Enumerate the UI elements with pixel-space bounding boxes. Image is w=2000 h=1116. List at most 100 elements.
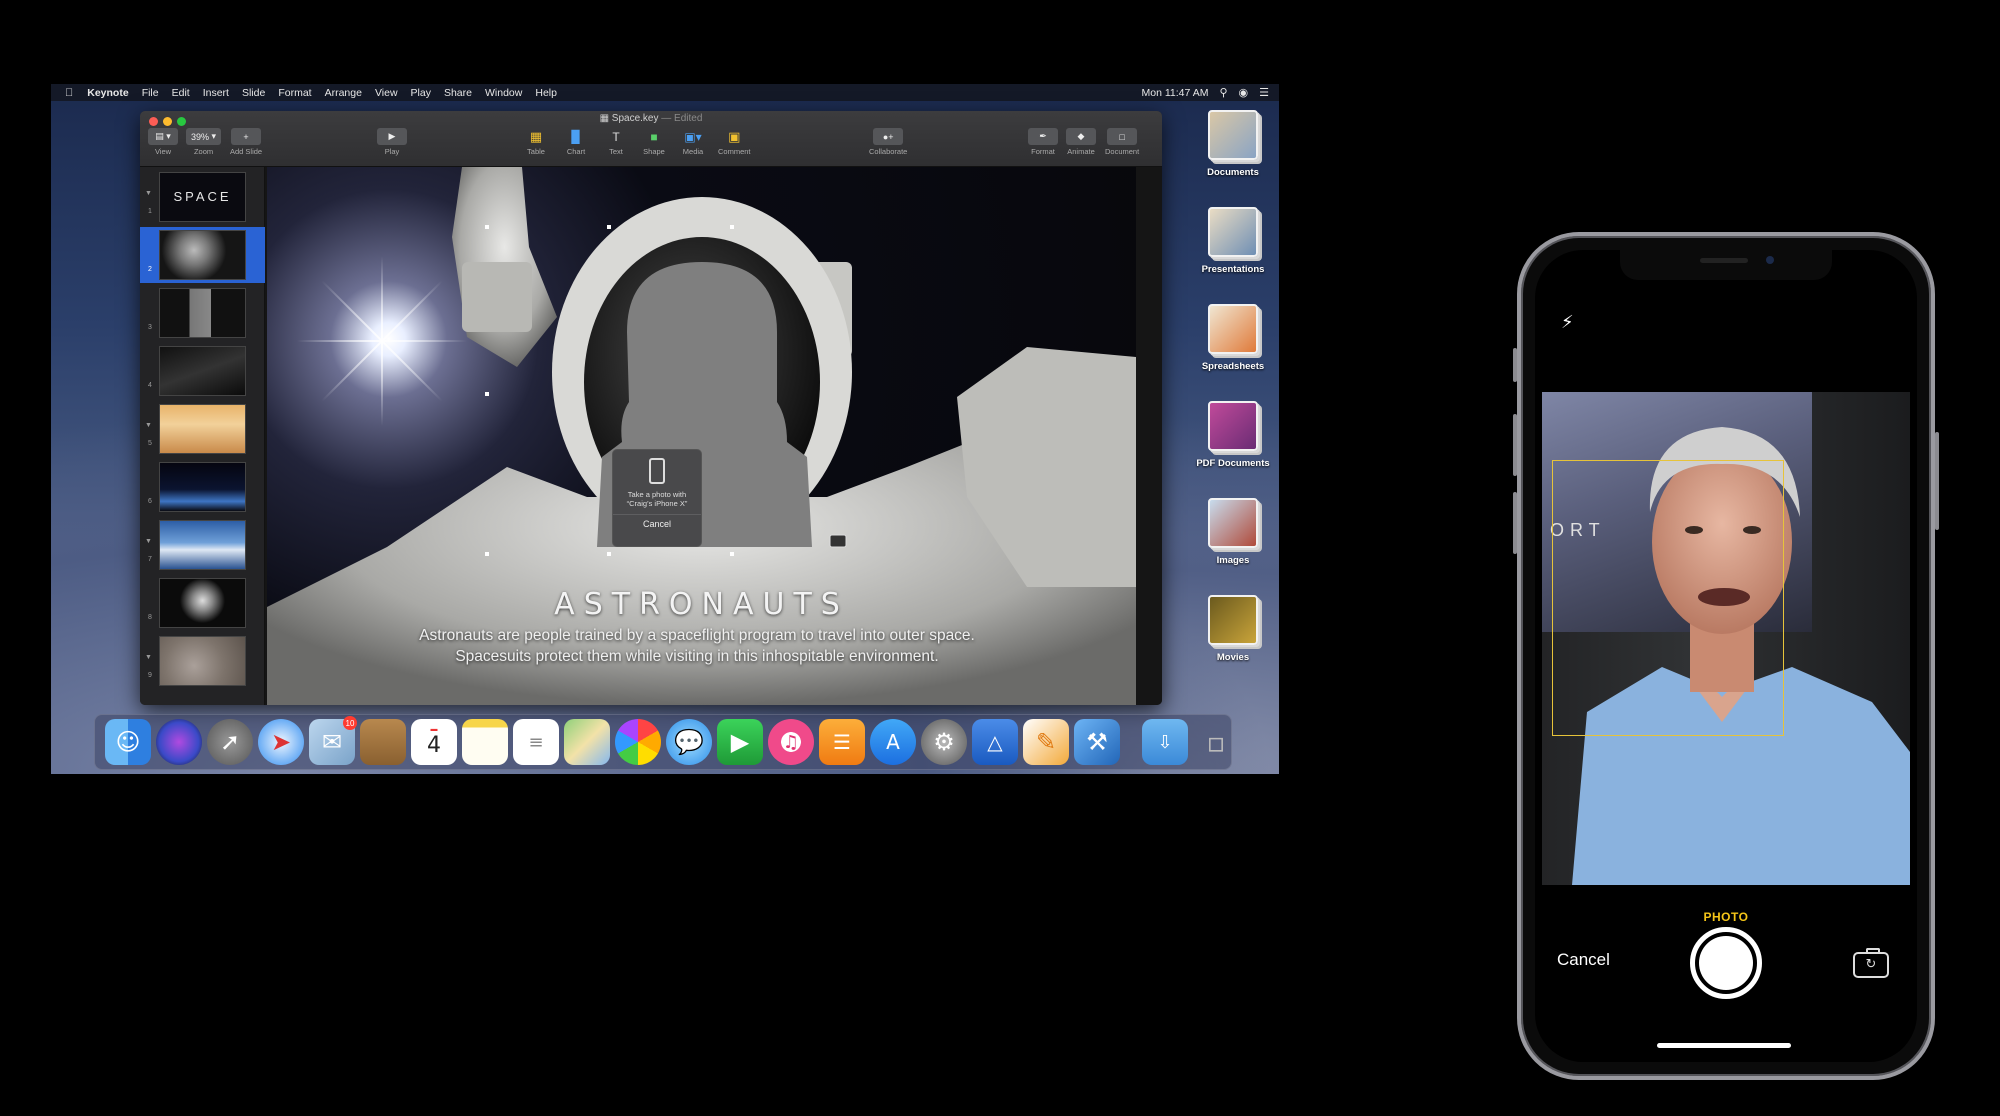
slide-thumbnail-selected[interactable]: 2 bbox=[140, 227, 265, 283]
front-camera bbox=[1766, 256, 1774, 264]
stack-presentations[interactable]: Presentations bbox=[1188, 207, 1278, 275]
stack-images[interactable]: Images bbox=[1188, 498, 1278, 566]
keynote-icon[interactable]: △ bbox=[972, 719, 1018, 765]
disclosure-triangle-icon[interactable]: ▼ bbox=[145, 422, 152, 429]
slide-body-text[interactable]: Astronauts are people trained by a space… bbox=[367, 625, 1027, 667]
menu-help[interactable]: Help bbox=[535, 87, 557, 99]
safari-icon[interactable]: ➤ bbox=[258, 719, 304, 765]
slide-title[interactable]: ASTRONAUTS bbox=[267, 587, 1136, 622]
photos-icon[interactable] bbox=[615, 719, 661, 765]
zoom-popup[interactable]: 39% ▾ Zoom bbox=[186, 128, 222, 156]
view-button[interactable]: ▤ ▾ View bbox=[148, 128, 178, 156]
menu-arrange[interactable]: Arrange bbox=[325, 87, 362, 99]
camera-cancel-button[interactable]: Cancel bbox=[1557, 950, 1610, 970]
facetime-icon[interactable]: ▶ bbox=[717, 719, 763, 765]
text-button[interactable]: T Text bbox=[601, 128, 631, 157]
collaborate-button[interactable]: ●+ Collaborate bbox=[869, 128, 907, 156]
disclosure-triangle-icon[interactable]: ▼ bbox=[145, 190, 152, 197]
menu-file[interactable]: File bbox=[142, 87, 159, 99]
camera-screen: ⚡︎ ORT PHOTO Cancel ↻ bbox=[1535, 250, 1917, 1062]
document-icon-small: ▦ bbox=[599, 113, 610, 124]
slide-thumbnail[interactable]: ▼ 7 bbox=[140, 517, 265, 573]
slide-thumbnail[interactable]: ▼ 5 bbox=[140, 401, 265, 457]
menu-edit[interactable]: Edit bbox=[172, 87, 190, 99]
siri-icon[interactable] bbox=[156, 719, 202, 765]
table-button[interactable]: ▦ Table bbox=[521, 128, 551, 157]
slide-thumbnail[interactable]: 6 bbox=[140, 459, 265, 515]
continuity-camera-popover: Take a photo with “Craig’s iPhone X” Can… bbox=[612, 449, 702, 547]
stack-movies[interactable]: Movies bbox=[1188, 595, 1278, 663]
calendar-icon[interactable]: ▬ 4 bbox=[411, 719, 457, 765]
finder-icon[interactable]: ☺ bbox=[105, 719, 151, 765]
media-placeholder-icon[interactable] bbox=[829, 534, 847, 548]
text-label: Text bbox=[609, 147, 623, 156]
spotlight-icon[interactable]: ⚲ bbox=[1219, 86, 1227, 99]
slide-number: 6 bbox=[148, 498, 152, 505]
menu-insert[interactable]: Insert bbox=[203, 87, 229, 99]
add-slide-button[interactable]: + Add Slide bbox=[230, 128, 262, 156]
menu-format[interactable]: Format bbox=[278, 87, 311, 99]
camera-mode-label[interactable]: PHOTO bbox=[1535, 910, 1917, 924]
notification-center-icon[interactable]: ☰ bbox=[1259, 86, 1269, 99]
comment-button[interactable]: ▣ Comment bbox=[718, 128, 751, 157]
slide-thumbnail[interactable]: 3 bbox=[140, 285, 265, 341]
flash-icon[interactable]: ⚡︎ bbox=[1561, 312, 1574, 333]
menu-window[interactable]: Window bbox=[485, 87, 522, 99]
ibooks-icon[interactable]: ☰ bbox=[819, 719, 865, 765]
stack-pdf-documents[interactable]: PDF Documents bbox=[1188, 401, 1278, 469]
messages-icon[interactable]: 💬 bbox=[666, 719, 712, 765]
disclosure-triangle-icon[interactable]: ▼ bbox=[145, 654, 152, 661]
trash-icon[interactable]: ▫ bbox=[1193, 719, 1239, 765]
stack-spreadsheets[interactable]: Spreadsheets bbox=[1188, 304, 1278, 372]
slide[interactable]: Take a photo with “Craig’s iPhone X” Can… bbox=[267, 167, 1136, 705]
menu-slide[interactable]: Slide bbox=[242, 87, 265, 99]
shutter-button[interactable] bbox=[1690, 927, 1762, 999]
menu-app-name[interactable]: Keynote bbox=[87, 87, 128, 99]
xcode-icon[interactable]: ⚒ bbox=[1074, 719, 1120, 765]
slide-thumbnail[interactable]: ▼ SPACE 1 bbox=[140, 169, 265, 225]
app-store-icon[interactable]: A bbox=[870, 719, 916, 765]
chart-button[interactable]: ▉ Chart bbox=[561, 128, 591, 157]
menubar-clock[interactable]: Mon 11:47 AM bbox=[1142, 87, 1209, 99]
slide-number: 5 bbox=[148, 440, 152, 447]
sidebar-icon: ▤ ▾ bbox=[148, 128, 178, 145]
menu-view[interactable]: View bbox=[375, 87, 398, 99]
apple-menu-icon[interactable]:  bbox=[65, 87, 73, 99]
slide-canvas[interactable]: Take a photo with “Craig’s iPhone X” Can… bbox=[265, 167, 1162, 705]
media-button[interactable]: ▣▾ Media bbox=[678, 128, 708, 157]
slide-thumb-image bbox=[159, 520, 246, 570]
play-button[interactable]: ▶ Play bbox=[377, 128, 407, 156]
stack-documents[interactable]: Documents bbox=[1188, 110, 1278, 178]
shape-button[interactable]: ■ Shape bbox=[639, 128, 669, 157]
disclosure-triangle-icon[interactable]: ▼ bbox=[145, 538, 152, 545]
flip-camera-icon[interactable]: ↻ bbox=[1853, 948, 1889, 978]
popover-cancel-button[interactable]: Cancel bbox=[643, 519, 671, 529]
slide-number: 4 bbox=[148, 382, 152, 389]
document-button[interactable]: □ Document bbox=[1105, 128, 1139, 156]
window-toolbar: ▦ Space.key — Edited ▤ ▾ View 39% ▾ Zoom… bbox=[140, 111, 1162, 167]
menu-play[interactable]: Play bbox=[411, 87, 431, 99]
maps-icon[interactable] bbox=[564, 719, 610, 765]
menu-bar:  Keynote File Edit Insert Slide Format … bbox=[51, 84, 1279, 101]
contacts-icon[interactable] bbox=[360, 719, 406, 765]
system-preferences-icon[interactable]: ⚙ bbox=[921, 719, 967, 765]
notes-icon[interactable] bbox=[462, 719, 508, 765]
movies-stack-icon bbox=[1208, 595, 1258, 645]
siri-menubar-icon[interactable]: ◉ bbox=[1239, 86, 1249, 99]
itunes-icon[interactable]: ♫ bbox=[768, 719, 814, 765]
launchpad-icon[interactable]: ➚ bbox=[207, 719, 253, 765]
slide-thumbnail[interactable]: 8 bbox=[140, 575, 265, 631]
downloads-folder-icon[interactable]: ⇩ bbox=[1142, 719, 1188, 765]
pages-icon[interactable]: ✎ bbox=[1023, 719, 1069, 765]
reminders-icon[interactable]: ≡ bbox=[513, 719, 559, 765]
menu-share[interactable]: Share bbox=[444, 87, 472, 99]
shape-icon: ■ bbox=[650, 129, 658, 144]
slide-thumbnail[interactable]: ▼ 9 bbox=[140, 633, 265, 689]
animate-button[interactable]: ◆ Animate bbox=[1066, 128, 1096, 156]
slide-thumbnail[interactable]: 4 bbox=[140, 343, 265, 399]
mail-icon[interactable]: ✉ 10 bbox=[309, 716, 357, 765]
home-indicator[interactable] bbox=[1657, 1043, 1791, 1048]
format-button[interactable]: ✒ Format bbox=[1028, 128, 1058, 156]
camera-viewfinder[interactable]: ORT bbox=[1542, 392, 1910, 885]
slide-number: 7 bbox=[148, 556, 152, 563]
